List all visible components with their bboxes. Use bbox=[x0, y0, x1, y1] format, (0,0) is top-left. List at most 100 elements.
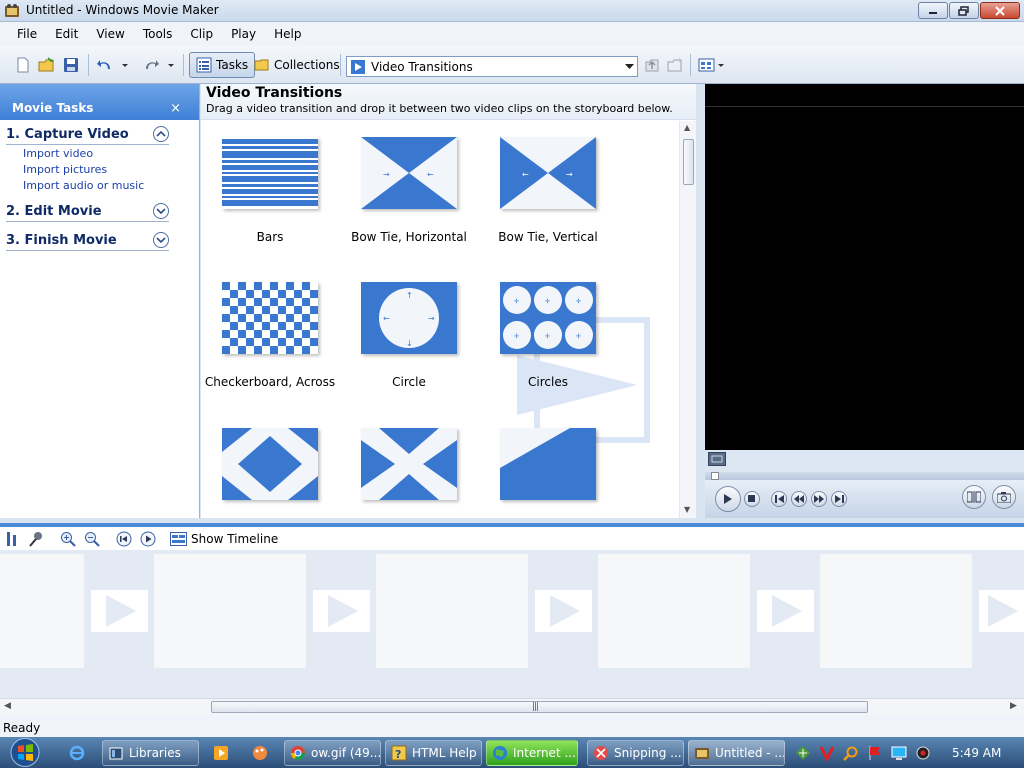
transition-label: Bars bbox=[256, 230, 284, 244]
rewind-button[interactable] bbox=[791, 491, 807, 507]
storyboard-clip-slot[interactable] bbox=[0, 554, 84, 668]
play-button[interactable] bbox=[715, 486, 741, 512]
set-audio-levels-icon[interactable] bbox=[4, 531, 20, 547]
show-timeline-button[interactable]: Show Timeline bbox=[170, 531, 278, 547]
split-clip-button[interactable] bbox=[962, 485, 986, 509]
menu-tools[interactable]: Tools bbox=[134, 25, 182, 43]
split-monitor-icon[interactable] bbox=[708, 452, 726, 466]
scroll-right-arrow-icon[interactable]: ▶ bbox=[1010, 701, 1017, 711]
rewind-storyboard-icon[interactable] bbox=[116, 531, 132, 547]
menu-help[interactable]: Help bbox=[265, 25, 310, 43]
transition-tile-bow-tie-horizontal[interactable]: → ← Bow Tie, Horizontal bbox=[339, 137, 479, 244]
scrollbar-thumb[interactable]: ||| bbox=[211, 701, 868, 713]
media-player-icon[interactable] bbox=[213, 745, 229, 761]
open-project-icon[interactable] bbox=[38, 56, 56, 74]
taskbar-movie-maker[interactable]: Untitled - ... bbox=[688, 740, 785, 766]
close-button[interactable] bbox=[980, 2, 1020, 19]
storyboard-clip-slot[interactable] bbox=[598, 554, 750, 668]
zoom-in-icon[interactable] bbox=[60, 531, 76, 547]
save-project-icon[interactable] bbox=[62, 56, 80, 74]
storyboard-horizontal-scrollbar[interactable]: ◀ ||| ▶ bbox=[0, 698, 1024, 715]
scroll-up-arrow-icon[interactable]: ▲ bbox=[684, 123, 690, 132]
menu-edit[interactable]: Edit bbox=[46, 25, 87, 43]
transition-tile-bow-tie-vertical[interactable]: ← → Bow Tie, Vertical bbox=[478, 137, 618, 244]
transition-tile-x-shape[interactable] bbox=[339, 428, 479, 518]
transition-tile-diagonal[interactable] bbox=[478, 428, 618, 518]
taskbar-libraries[interactable]: Libraries bbox=[102, 740, 199, 766]
storyboard-clip-slot[interactable] bbox=[820, 554, 972, 668]
gallery-vertical-scrollbar[interactable]: ▲ ▼ bbox=[679, 121, 696, 518]
tasks-button[interactable]: Tasks bbox=[189, 52, 256, 78]
transition-tile-checkerboard-across[interactable]: Checkerboard, Across bbox=[201, 282, 340, 389]
task-group-header[interactable]: 1. Capture Video bbox=[6, 126, 169, 145]
new-collection-folder-icon[interactable] bbox=[666, 56, 684, 74]
collection-dropdown[interactable]: Video Transitions bbox=[346, 56, 638, 77]
storyboard-transition-slot[interactable] bbox=[313, 590, 370, 632]
storyboard-transition-slot[interactable] bbox=[535, 590, 592, 632]
volume-tray-icon[interactable] bbox=[915, 745, 931, 761]
collections-button[interactable]: Collections bbox=[248, 52, 346, 78]
scrollbar-thumb[interactable] bbox=[683, 139, 694, 185]
task-group-header[interactable]: 2. Edit Movie bbox=[6, 203, 169, 222]
chevron-up-icon[interactable] bbox=[153, 126, 169, 142]
redo-dropdown-icon[interactable] bbox=[166, 56, 176, 74]
chevron-down-icon[interactable] bbox=[153, 203, 169, 219]
views-dropdown-icon[interactable] bbox=[716, 56, 726, 74]
undo-dropdown-icon[interactable] bbox=[120, 56, 130, 74]
storyboard-clip-slot[interactable] bbox=[376, 554, 528, 668]
transition-tile-circles[interactable]: ✢ ✢ ✢ ✢ ✢ ✢ Circles bbox=[478, 282, 618, 389]
restore-button[interactable] bbox=[949, 2, 979, 19]
svg-text:→: → bbox=[566, 170, 573, 179]
menu-play[interactable]: Play bbox=[222, 25, 265, 43]
task-group-header[interactable]: 3. Finish Movie bbox=[6, 232, 169, 251]
import-video-link[interactable]: Import video bbox=[6, 145, 169, 161]
take-picture-button[interactable] bbox=[992, 485, 1016, 509]
close-task-pane-button[interactable]: × bbox=[170, 101, 181, 116]
movie-maker-app-icon[interactable] bbox=[4, 3, 20, 19]
taskbar-html-help[interactable]: ? HTML Help bbox=[385, 740, 482, 766]
next-frame-button[interactable] bbox=[831, 491, 847, 507]
taskbar-internet[interactable]: Internet ... bbox=[486, 740, 578, 766]
paint-app-icon[interactable] bbox=[252, 745, 268, 761]
transition-tile-bars[interactable]: Bars bbox=[201, 137, 340, 244]
fast-forward-button[interactable] bbox=[811, 491, 827, 507]
play-storyboard-icon[interactable] bbox=[140, 531, 156, 547]
taskbar-chrome-ow-gif[interactable]: ow.gif (49... bbox=[284, 740, 381, 766]
zoom-out-icon[interactable] bbox=[84, 531, 100, 547]
storyboard-transition-slot[interactable] bbox=[91, 590, 148, 632]
new-project-icon[interactable] bbox=[14, 56, 32, 74]
stop-button[interactable] bbox=[744, 491, 760, 507]
network-tray-icon[interactable] bbox=[795, 745, 811, 761]
undo-icon[interactable] bbox=[96, 56, 114, 74]
storyboard-clip-slot[interactable] bbox=[154, 554, 306, 668]
taskbar-snipping-tool[interactable]: Snipping ... bbox=[587, 740, 684, 766]
storyboard-transition-slot[interactable] bbox=[757, 590, 814, 632]
x-shape-transition-thumbnail bbox=[361, 428, 457, 500]
up-one-level-icon[interactable] bbox=[643, 56, 661, 74]
previous-frame-button[interactable] bbox=[771, 491, 787, 507]
scroll-down-arrow-icon[interactable]: ▼ bbox=[684, 505, 690, 514]
redo-icon[interactable] bbox=[142, 56, 160, 74]
transition-tile-circle[interactable]: ↑ ↓ ← → Circle bbox=[339, 282, 479, 389]
narrate-timeline-icon[interactable] bbox=[28, 531, 44, 547]
display-tray-icon[interactable] bbox=[891, 745, 907, 761]
chevron-down-icon[interactable] bbox=[153, 232, 169, 248]
antivirus-tray-icon[interactable] bbox=[819, 745, 835, 761]
scroll-left-arrow-icon[interactable]: ◀ bbox=[4, 701, 11, 711]
flag-tray-icon[interactable] bbox=[867, 745, 883, 761]
import-audio-link[interactable]: Import audio or music bbox=[6, 177, 169, 193]
storyboard-transition-slot[interactable] bbox=[979, 590, 1024, 632]
menu-view[interactable]: View bbox=[87, 25, 133, 43]
menu-clip[interactable]: Clip bbox=[181, 25, 222, 43]
seek-knob[interactable] bbox=[711, 472, 719, 480]
menu-file[interactable]: File bbox=[8, 25, 46, 43]
storyboard bbox=[0, 550, 1024, 698]
search-tray-icon[interactable] bbox=[843, 745, 859, 761]
minimize-button[interactable] bbox=[918, 2, 948, 19]
import-pictures-link[interactable]: Import pictures bbox=[6, 161, 169, 177]
views-icon[interactable] bbox=[698, 56, 716, 74]
transition-tile-diamond[interactable] bbox=[201, 428, 340, 518]
internet-explorer-icon[interactable] bbox=[69, 745, 85, 761]
start-button[interactable] bbox=[7, 737, 43, 768]
seek-bar[interactable] bbox=[705, 472, 1024, 480]
